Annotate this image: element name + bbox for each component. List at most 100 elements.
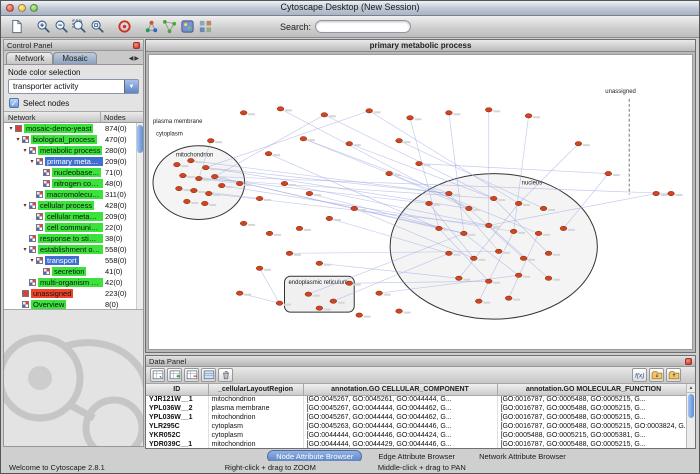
network-node[interactable] (321, 113, 328, 117)
annotation-icon[interactable] (142, 18, 160, 36)
network-node[interactable] (520, 256, 527, 260)
delete-attribute-icon[interactable] (184, 368, 199, 382)
tree-column-network[interactable]: Network (4, 112, 101, 122)
table-row[interactable]: YPL036W__1mitochondrion[GO:0045267, GO:0… (146, 413, 690, 422)
network-canvas[interactable]: plasma membranecytoplasmmitochondrionnuc… (148, 54, 693, 350)
tree-column-nodes[interactable]: Nodes (101, 113, 143, 122)
network-node[interactable] (485, 108, 492, 112)
tree-item-macromolecule[interactable]: macromolecule...311(0) (4, 189, 143, 200)
network-node[interactable] (575, 142, 582, 146)
table-row[interactable]: YPL036W__2plasma membrane[GO:0045267, GO… (146, 404, 690, 413)
tree-item-unassigned[interactable]: unassigned223(0) (4, 288, 143, 299)
tree-item-cellular-process[interactable]: ▾cellular process428(0) (4, 200, 143, 211)
import-attributes-icon[interactable] (649, 368, 664, 382)
network-edge[interactable] (260, 268, 280, 303)
network-node[interactable] (240, 111, 247, 115)
tree-item-nitrogen-compo[interactable]: nitrogen compo...48(0) (4, 178, 143, 189)
network-node[interactable] (183, 199, 190, 203)
expand-arrow-icon[interactable]: ▾ (21, 246, 29, 253)
network-node[interactable] (330, 299, 337, 303)
expand-arrow-icon[interactable]: ▾ (21, 202, 29, 209)
network-node[interactable] (485, 279, 492, 283)
network-node[interactable] (455, 276, 462, 280)
network-node[interactable] (174, 162, 181, 166)
network-node[interactable] (256, 196, 263, 200)
search-input[interactable] (315, 20, 411, 33)
network-node[interactable] (277, 107, 284, 111)
network-node[interactable] (351, 206, 358, 210)
node-color-dropdown[interactable]: transporter activity ▼ (8, 79, 139, 94)
tree-item-mosaic-demo-yeast[interactable]: ▾mosaic-demo-yeast874(0) (4, 123, 143, 134)
column-header[interactable]: _cellularLayoutRegion (208, 384, 303, 395)
layout-icon[interactable] (160, 18, 178, 36)
table-row[interactable]: YKR052Ccytoplasm[GO:0044444, GO:0044446,… (146, 431, 690, 440)
trash-icon[interactable] (218, 368, 233, 382)
network-node[interactable] (545, 276, 552, 280)
network-node[interactable] (187, 158, 194, 162)
network-node[interactable] (407, 116, 414, 120)
network-node[interactable] (470, 256, 477, 260)
zoom-out-icon[interactable] (52, 18, 70, 36)
network-edge[interactable] (269, 154, 439, 229)
tree-scrollbar-thumb[interactable] (137, 125, 143, 153)
network-node[interactable] (560, 226, 567, 230)
control-panel-close-icon[interactable] (133, 42, 140, 49)
network-node[interactable] (316, 261, 323, 265)
tab-network[interactable]: Network (6, 52, 53, 64)
network-node[interactable] (485, 223, 492, 227)
network-node[interactable] (211, 174, 218, 178)
tree-scrollbar[interactable] (136, 123, 143, 309)
network-node[interactable] (205, 191, 212, 195)
network-node[interactable] (366, 109, 373, 113)
vizmapper-icon[interactable] (178, 18, 196, 36)
network-node[interactable] (396, 309, 403, 313)
expand-arrow-icon[interactable]: ▾ (14, 136, 22, 143)
network-node[interactable] (535, 231, 542, 235)
select-nodes-checkbox[interactable]: ✓ (9, 98, 19, 108)
tree-item-response-to-stimul[interactable]: response to stimul...38(0) (4, 233, 143, 244)
select-attributes-icon[interactable] (150, 368, 165, 382)
network-node[interactable] (281, 181, 288, 185)
new-attribute-icon[interactable] (167, 368, 182, 382)
tree-item-primary-metabo[interactable]: ▾primary metabo...209(0) (4, 156, 143, 167)
expand-arrow-icon[interactable]: ▾ (28, 257, 36, 264)
table-row[interactable]: YDR039C__1mitochondrion[GO:0044444, GO:0… (146, 440, 690, 448)
tree-item-cellular-metabo[interactable]: cellular metabo...209(0) (4, 211, 143, 222)
tree-item-secretion[interactable]: secretion41(0) (4, 266, 143, 277)
network-node[interactable] (505, 296, 512, 300)
tab-scroll-arrows[interactable]: ◀▶ (129, 55, 143, 64)
network-node[interactable] (605, 171, 612, 175)
network-node[interactable] (540, 206, 547, 210)
column-header[interactable]: annotation.GO CELLULAR_COMPONENT (303, 384, 497, 395)
network-node[interactable] (202, 165, 209, 169)
column-header[interactable]: annotation.GO MOLECULAR_FUNCTION (497, 384, 690, 395)
network-node[interactable] (240, 221, 247, 225)
network-node[interactable] (305, 292, 312, 296)
network-node[interactable] (446, 111, 453, 115)
tree-item-nucleobase[interactable]: nucleobase...71(0) (4, 167, 143, 178)
zoom-selected-icon[interactable] (70, 18, 88, 36)
zoom-fit-icon[interactable] (88, 18, 106, 36)
network-node[interactable] (176, 186, 183, 190)
network-node[interactable] (515, 201, 522, 205)
network-node[interactable] (190, 188, 197, 192)
table-scrollbar-thumb[interactable] (688, 394, 694, 418)
network-node[interactable] (179, 173, 186, 177)
network-node[interactable] (265, 151, 272, 155)
network-node[interactable] (510, 229, 517, 233)
network-node[interactable] (475, 299, 482, 303)
network-node[interactable] (460, 231, 467, 235)
network-node[interactable] (525, 114, 532, 118)
network-node[interactable] (436, 226, 443, 230)
tree-item-biological-process[interactable]: ▾biological_process470(0) (4, 134, 143, 145)
network-node[interactable] (346, 281, 353, 285)
network-node[interactable] (545, 251, 552, 255)
tree-item-transport[interactable]: ▾transport558(0) (4, 255, 143, 266)
data-panel-close-icon[interactable] (685, 358, 692, 365)
network-node[interactable] (346, 142, 353, 146)
network-node[interactable] (276, 301, 283, 305)
network-node[interactable] (416, 161, 423, 165)
network-node[interactable] (316, 306, 323, 310)
network-node[interactable] (668, 191, 675, 195)
network-node[interactable] (495, 249, 502, 253)
